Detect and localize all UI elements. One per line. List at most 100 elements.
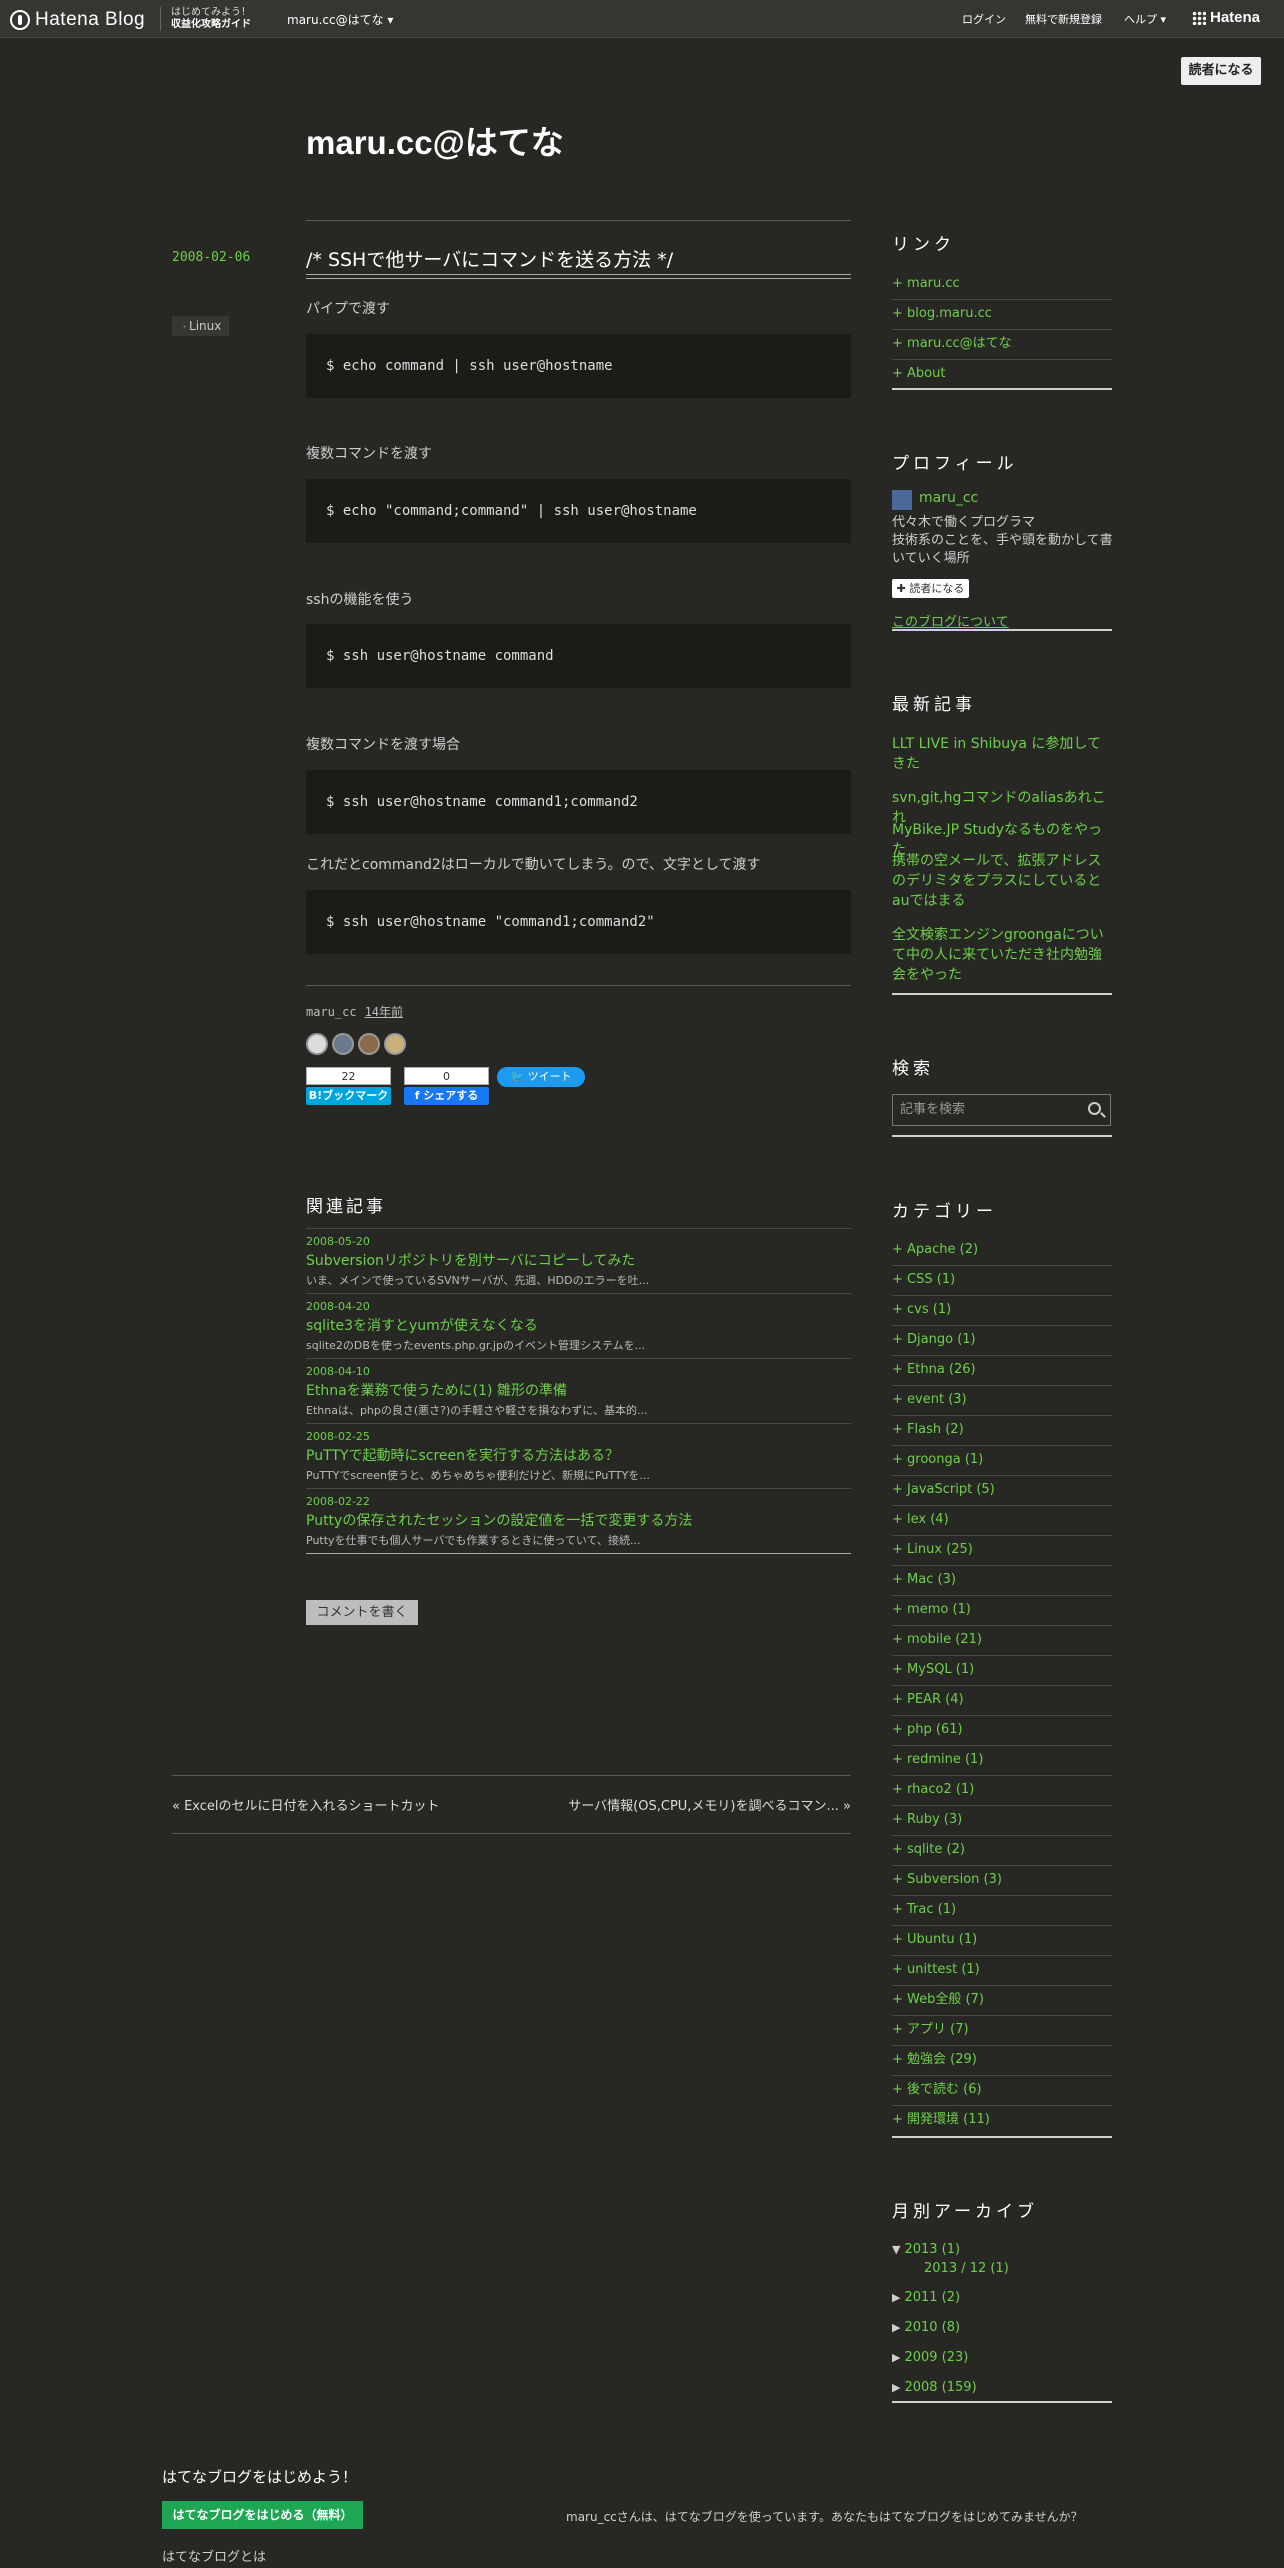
category-item[interactable]: JavaScript (5): [892, 1476, 1112, 1506]
about-blog-link[interactable]: このブログについて: [892, 611, 1009, 630]
category-item[interactable]: 勉強会 (29): [892, 2046, 1112, 2076]
triangle-down-icon: ▼: [892, 2243, 901, 2256]
category-item[interactable]: Ethna (26): [892, 1356, 1112, 1386]
search-input[interactable]: 記事を検索: [892, 1094, 1111, 1126]
category-item[interactable]: Subversion (3): [892, 1866, 1112, 1896]
category-item[interactable]: PEAR (4): [892, 1686, 1112, 1716]
category-item[interactable]: アプリ (7): [892, 2016, 1112, 2046]
hatena-logo[interactable]: Hatena: [1192, 9, 1260, 26]
twitter-bird-icon: 🐦: [510, 1070, 525, 1083]
entry-time-link[interactable]: 14年前: [365, 1005, 403, 1019]
author-name[interactable]: maru_cc: [306, 1005, 357, 1019]
footer-heading: はてなブログをはじめよう！: [162, 2468, 358, 2486]
category-item[interactable]: unittest (1): [892, 1956, 1112, 1986]
recent-entry-link[interactable]: 全文検索エンジンgroongaについて中の人に来ていただき社内勉強会をやった: [892, 925, 1112, 985]
divider: [172, 1775, 851, 1776]
prev-entry-link[interactable]: « Excelのセルに日付を入れるショートカット: [172, 1795, 440, 1814]
help-menu[interactable]: ヘルプ ▾: [1124, 11, 1166, 27]
entry-title[interactable]: /* SSHで他サーバにコマンドを送る方法 */: [306, 245, 673, 272]
sidebar-link[interactable]: blog.maru.cc: [892, 300, 1112, 330]
archive-heading: 月別アーカイブ: [892, 2202, 1038, 2222]
facebook-share-button[interactable]: 0f シェアする: [404, 1067, 489, 1107]
star-user-avatar[interactable]: [384, 1033, 406, 1055]
profile-description: 代々木で働くプログラマ 技術系のことを、手や頭を動かして書いていく場所: [892, 515, 1113, 566]
hatena-dots-icon: [1192, 10, 1206, 25]
profile-heading: プロフィール: [892, 454, 1018, 474]
category-item[interactable]: Flash (2): [892, 1416, 1112, 1446]
category-item[interactable]: 開発環境 (11): [892, 2106, 1112, 2136]
search-icon[interactable]: [1088, 1102, 1101, 1115]
about-hatena-blog-link[interactable]: はてなブログとは: [162, 2546, 266, 2565]
archive-year[interactable]: ▶ 2009 (23): [892, 2350, 968, 2365]
code-block: $ ssh user@hostname command: [306, 624, 851, 688]
promo-link[interactable]: はじめてみよう！ 収益化攻略ガイド: [160, 7, 251, 31]
profile-name[interactable]: maru_cc: [919, 490, 978, 506]
login-link[interactable]: ログイン: [962, 11, 1006, 27]
category-item[interactable]: Ubuntu (1): [892, 1926, 1112, 1956]
sidebar-link[interactable]: maru.cc@はてな: [892, 330, 1112, 360]
category-item[interactable]: Ruby (3): [892, 1806, 1112, 1836]
related-item[interactable]: 2008-02-25 PuTTYで起動時にscreenを実行する方法はある？ PuT…: [306, 1423, 851, 1488]
category-item[interactable]: cvs (1): [892, 1296, 1112, 1326]
hatena-bookmark-button[interactable]: 22 B!ブックマーク: [306, 1067, 391, 1107]
category-item[interactable]: lex (4): [892, 1506, 1112, 1536]
related-item[interactable]: 2008-02-22 Puttyの保存されたセッションの設定値を一括で変更する方法…: [306, 1488, 851, 1553]
recent-entry-link[interactable]: LLT LIVE in Shibuya に参加してきた: [892, 734, 1112, 774]
category-item[interactable]: CSS (1): [892, 1266, 1112, 1296]
triangle-right-icon: ▶: [892, 2351, 901, 2364]
sidebar-link[interactable]: About: [892, 360, 1112, 390]
category-item[interactable]: Mac (3): [892, 1566, 1112, 1596]
hatena-blog-logo[interactable]: Hatena Blog: [10, 9, 145, 31]
hatena-logo-icon: [10, 10, 30, 30]
archive-month[interactable]: 2013 / 12 (1): [924, 2261, 1009, 2276]
profile-avatar[interactable]: [892, 490, 912, 510]
category-item[interactable]: Linux (25): [892, 1536, 1112, 1566]
divider: [892, 629, 1112, 631]
category-item[interactable]: Trac (1): [892, 1896, 1112, 1926]
category-item[interactable]: 後で読む (6): [892, 2076, 1112, 2106]
related-item[interactable]: 2008-05-20 Subversionリポジトリを別サーバにコピーしてみた いま…: [306, 1228, 851, 1293]
recent-entry-link[interactable]: 携帯の空メールで、拡張アドレスのデリミタをプラスにしているとauではまる: [892, 851, 1112, 911]
triangle-right-icon: ▶: [892, 2381, 901, 2394]
recent-heading: 最新記事: [892, 695, 976, 715]
category-item[interactable]: MySQL (1): [892, 1656, 1112, 1686]
profile-subscribe-button[interactable]: ✚ 読者になる: [892, 579, 969, 598]
category-item[interactable]: Web全般 (7): [892, 1986, 1112, 2016]
category-item[interactable]: event (3): [892, 1386, 1112, 1416]
archive-year[interactable]: ▶ 2011 (2): [892, 2290, 960, 2305]
tweet-button[interactable]: 🐦 ツイート: [497, 1067, 585, 1087]
category-item[interactable]: Django (1): [892, 1326, 1112, 1356]
category-heading: カテゴリー: [892, 1202, 997, 1222]
entry-text: 複数コマンドを渡す: [306, 446, 432, 462]
sidebar-link[interactable]: maru.cc: [892, 270, 1112, 300]
blog-name-menu[interactable]: maru.cc@はてな ▾: [287, 11, 393, 28]
entry-category[interactable]: Linux: [172, 316, 230, 336]
category-item[interactable]: groonga (1): [892, 1446, 1112, 1476]
write-comment-button[interactable]: コメントを書く: [306, 1600, 418, 1625]
category-item[interactable]: php (61): [892, 1716, 1112, 1746]
next-entry-link[interactable]: サーバ情報(OS,CPU,メモリ)を調べるコマン... »: [568, 1795, 851, 1814]
start-blog-button[interactable]: はてなブログをはじめる（無料）: [162, 2501, 363, 2529]
archive-year[interactable]: ▶ 2008 (159): [892, 2380, 977, 2395]
related-item[interactable]: 2008-04-10 Ethnaを業務で使うために(1) 雛形の準備 Ethnaは、…: [306, 1358, 851, 1423]
site-title[interactable]: maru.cc@はてな: [306, 116, 564, 164]
category-item[interactable]: mobile (21): [892, 1626, 1112, 1656]
add-star-icon[interactable]: [306, 1033, 328, 1055]
search-heading: 検索: [892, 1059, 934, 1079]
category-item[interactable]: redmine (1): [892, 1746, 1112, 1776]
archive-year[interactable]: ▶ 2010 (8): [892, 2320, 960, 2335]
category-item[interactable]: Apache (2): [892, 1236, 1112, 1266]
entry-date[interactable]: 2008-02-06: [172, 250, 250, 265]
signup-link[interactable]: 無料で新規登録: [1025, 11, 1102, 27]
code-block: $ ssh user@hostname command1;command2: [306, 770, 851, 834]
category-item[interactable]: rhaco2 (1): [892, 1776, 1112, 1806]
star-user-avatar[interactable]: [332, 1033, 354, 1055]
entry-footer: maru_cc 14年前: [306, 1003, 403, 1020]
category-item[interactable]: memo (1): [892, 1596, 1112, 1626]
related-item[interactable]: 2008-04-20 sqlite3を消すとyumが使えなくなる sqlite2のD…: [306, 1293, 851, 1358]
archive-year[interactable]: ▼ 2013 (1): [892, 2242, 960, 2257]
subscribe-button[interactable]: 読者になる: [1181, 57, 1261, 85]
star-user-avatar[interactable]: [358, 1033, 380, 1055]
plus-icon: ✚: [896, 582, 906, 595]
category-item[interactable]: sqlite (2): [892, 1836, 1112, 1866]
